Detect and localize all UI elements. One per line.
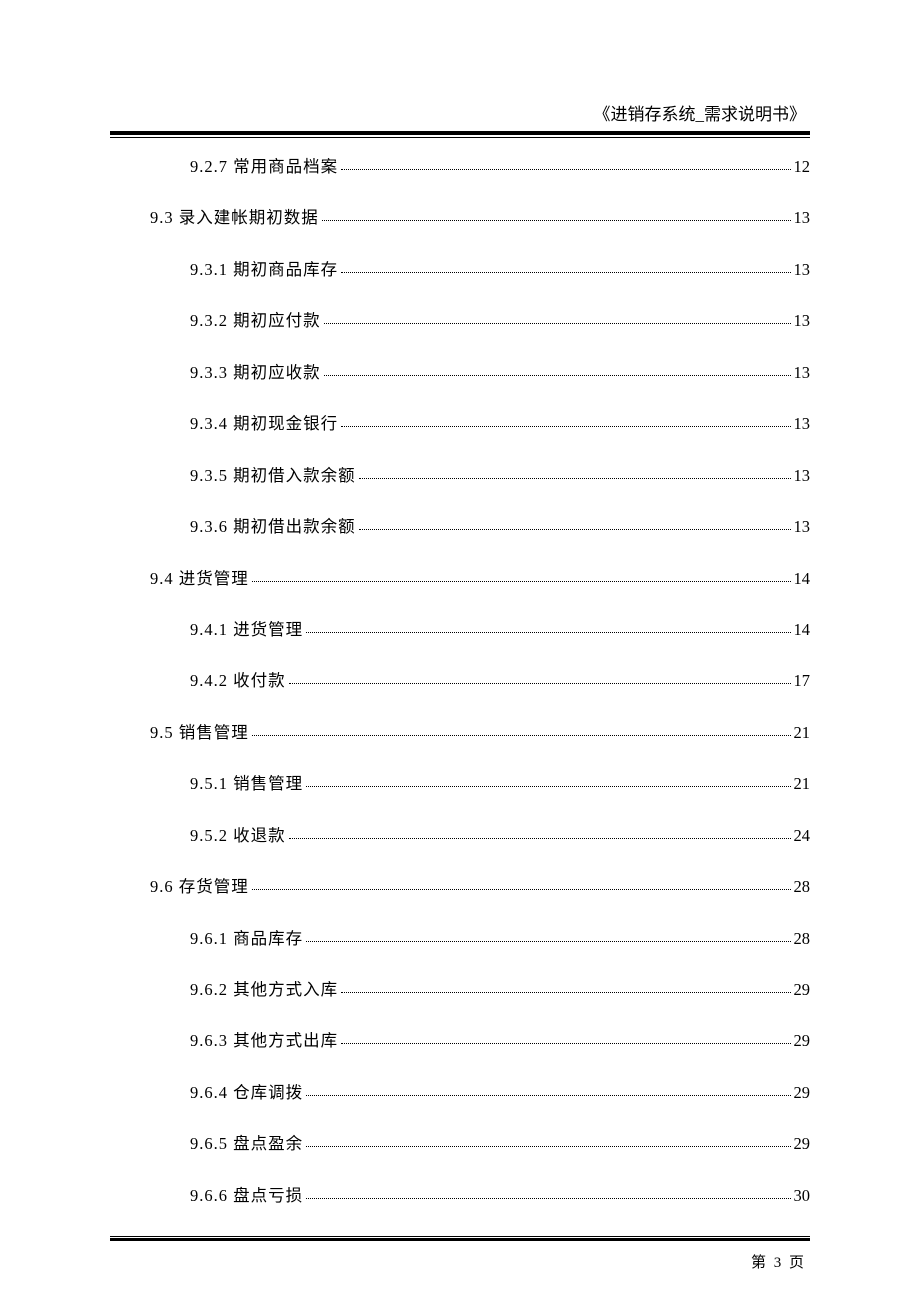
toc-leader-dots bbox=[306, 1198, 790, 1199]
toc-page-number: 13 bbox=[794, 259, 811, 280]
toc-entry[interactable]: 9.6.4 仓库调拨 29 bbox=[110, 1082, 810, 1103]
toc-entry[interactable]: 9.6 存货管理 28 bbox=[110, 876, 810, 897]
toc-label: 9.5.1 销售管理 bbox=[190, 773, 303, 794]
toc-label: 9.2.7 常用商品档案 bbox=[190, 156, 338, 177]
toc-page-number: 12 bbox=[794, 156, 811, 177]
header-rule-thin bbox=[110, 137, 810, 138]
toc-entry[interactable]: 9.4.2 收付款 17 bbox=[110, 670, 810, 691]
toc-label: 9.3 录入建帐期初数据 bbox=[150, 207, 319, 228]
toc-leader-dots bbox=[359, 529, 791, 530]
toc-label: 9.4.2 收付款 bbox=[190, 670, 286, 691]
document-page: 《进销存系统_需求说明书》 9.2.7 常用商品档案 12 9.3 录入建帐期初数据… bbox=[110, 100, 810, 1202]
toc-label: 9.3.1 期初商品库存 bbox=[190, 259, 338, 280]
header-title: 《进销存系统_需求说明书》 bbox=[110, 100, 810, 125]
toc-leader-dots bbox=[252, 581, 791, 582]
toc-leader-dots bbox=[322, 220, 791, 221]
toc-leader-dots bbox=[359, 478, 791, 479]
toc-leader-dots bbox=[306, 632, 790, 633]
toc-label: 9.6 存货管理 bbox=[150, 876, 249, 897]
toc-entry[interactable]: 9.6.5 盘点盈余 29 bbox=[110, 1133, 810, 1154]
toc-label: 9.3.3 期初应收款 bbox=[190, 362, 321, 383]
toc-entry[interactable]: 9.5.2 收退款 24 bbox=[110, 825, 810, 846]
toc-page-number: 13 bbox=[794, 310, 811, 331]
toc-page-number: 29 bbox=[794, 1133, 811, 1154]
toc-entry[interactable]: 9.3.3 期初应收款 13 bbox=[110, 362, 810, 383]
toc-page-number: 17 bbox=[794, 670, 811, 691]
toc-entry[interactable]: 9.4.1 进货管理 14 bbox=[110, 619, 810, 640]
toc-page-number: 29 bbox=[794, 1082, 811, 1103]
toc-entry[interactable]: 9.3.5 期初借入款余额 13 bbox=[110, 465, 810, 486]
toc-entry[interactable]: 9.6.2 其他方式入库 29 bbox=[110, 979, 810, 1000]
toc-page-number: 29 bbox=[794, 1030, 811, 1051]
footer-rule-thick bbox=[110, 1238, 810, 1241]
toc-entry[interactable]: 9.4 进货管理 14 bbox=[110, 568, 810, 589]
toc-entry[interactable]: 9.6.3 其他方式出库 29 bbox=[110, 1030, 810, 1051]
toc-leader-dots bbox=[341, 426, 790, 427]
toc-leader-dots bbox=[306, 786, 790, 787]
toc-page-number: 13 bbox=[794, 207, 811, 228]
table-of-contents: 9.2.7 常用商品档案129.3 录入建帐期初数据139.3.1 期初商品库存… bbox=[110, 156, 810, 1206]
toc-entry[interactable]: 9.2.7 常用商品档案 12 bbox=[110, 156, 810, 177]
toc-leader-dots bbox=[306, 941, 790, 942]
toc-leader-dots bbox=[252, 889, 791, 890]
toc-leader-dots bbox=[306, 1095, 790, 1096]
toc-label: 9.6.1 商品库存 bbox=[190, 928, 303, 949]
toc-entry[interactable]: 9.6.6 盘点亏损 30 bbox=[110, 1185, 810, 1206]
toc-label: 9.3.2 期初应付款 bbox=[190, 310, 321, 331]
toc-leader-dots bbox=[341, 272, 790, 273]
toc-label: 9.3.4 期初现金银行 bbox=[190, 413, 338, 434]
toc-label: 9.6.2 其他方式入库 bbox=[190, 979, 338, 1000]
toc-label: 9.6.4 仓库调拨 bbox=[190, 1082, 303, 1103]
toc-entry[interactable]: 9.3.2 期初应付款 13 bbox=[110, 310, 810, 331]
toc-entry[interactable]: 9.3.1 期初商品库存 13 bbox=[110, 259, 810, 280]
toc-label: 9.4 进货管理 bbox=[150, 568, 249, 589]
toc-leader-dots bbox=[252, 735, 791, 736]
toc-entry[interactable]: 9.5.1 销售管理 21 bbox=[110, 773, 810, 794]
toc-entry[interactable]: 9.6.1 商品库存 28 bbox=[110, 928, 810, 949]
toc-entry[interactable]: 9.3.6 期初借出款余额 13 bbox=[110, 516, 810, 537]
toc-page-number: 24 bbox=[794, 825, 811, 846]
toc-page-number: 14 bbox=[794, 568, 811, 589]
toc-page-number: 21 bbox=[794, 773, 811, 794]
toc-leader-dots bbox=[306, 1146, 790, 1147]
toc-leader-dots bbox=[289, 683, 791, 684]
toc-entry[interactable]: 9.3 录入建帐期初数据 13 bbox=[110, 207, 810, 228]
toc-label: 9.3.6 期初借出款余额 bbox=[190, 516, 356, 537]
footer-rule-thin bbox=[110, 1236, 810, 1237]
toc-leader-dots bbox=[289, 838, 791, 839]
toc-page-number: 29 bbox=[794, 979, 811, 1000]
toc-entry[interactable]: 9.3.4 期初现金银行 13 bbox=[110, 413, 810, 434]
toc-page-number: 13 bbox=[794, 413, 811, 434]
toc-page-number: 13 bbox=[794, 362, 811, 383]
toc-page-number: 14 bbox=[794, 619, 811, 640]
toc-label: 9.6.6 盘点亏损 bbox=[190, 1185, 303, 1206]
page-footer: 第 3 页 bbox=[110, 1251, 810, 1272]
toc-page-number: 28 bbox=[794, 928, 811, 949]
toc-entry[interactable]: 9.5 销售管理 21 bbox=[110, 722, 810, 743]
toc-leader-dots bbox=[324, 375, 791, 376]
toc-leader-dots bbox=[341, 992, 790, 993]
toc-leader-dots bbox=[324, 323, 791, 324]
toc-label: 9.5 销售管理 bbox=[150, 722, 249, 743]
toc-label: 9.3.5 期初借入款余额 bbox=[190, 465, 356, 486]
toc-label: 9.6.5 盘点盈余 bbox=[190, 1133, 303, 1154]
toc-label: 9.4.1 进货管理 bbox=[190, 619, 303, 640]
toc-leader-dots bbox=[341, 1043, 790, 1044]
header-rule-thick bbox=[110, 131, 810, 135]
toc-label: 9.5.2 收退款 bbox=[190, 825, 286, 846]
toc-page-number: 28 bbox=[794, 876, 811, 897]
toc-label: 9.6.3 其他方式出库 bbox=[190, 1030, 338, 1051]
toc-leader-dots bbox=[341, 169, 790, 170]
toc-page-number: 30 bbox=[794, 1185, 811, 1206]
toc-page-number: 13 bbox=[794, 516, 811, 537]
toc-page-number: 21 bbox=[794, 722, 811, 743]
toc-page-number: 13 bbox=[794, 465, 811, 486]
